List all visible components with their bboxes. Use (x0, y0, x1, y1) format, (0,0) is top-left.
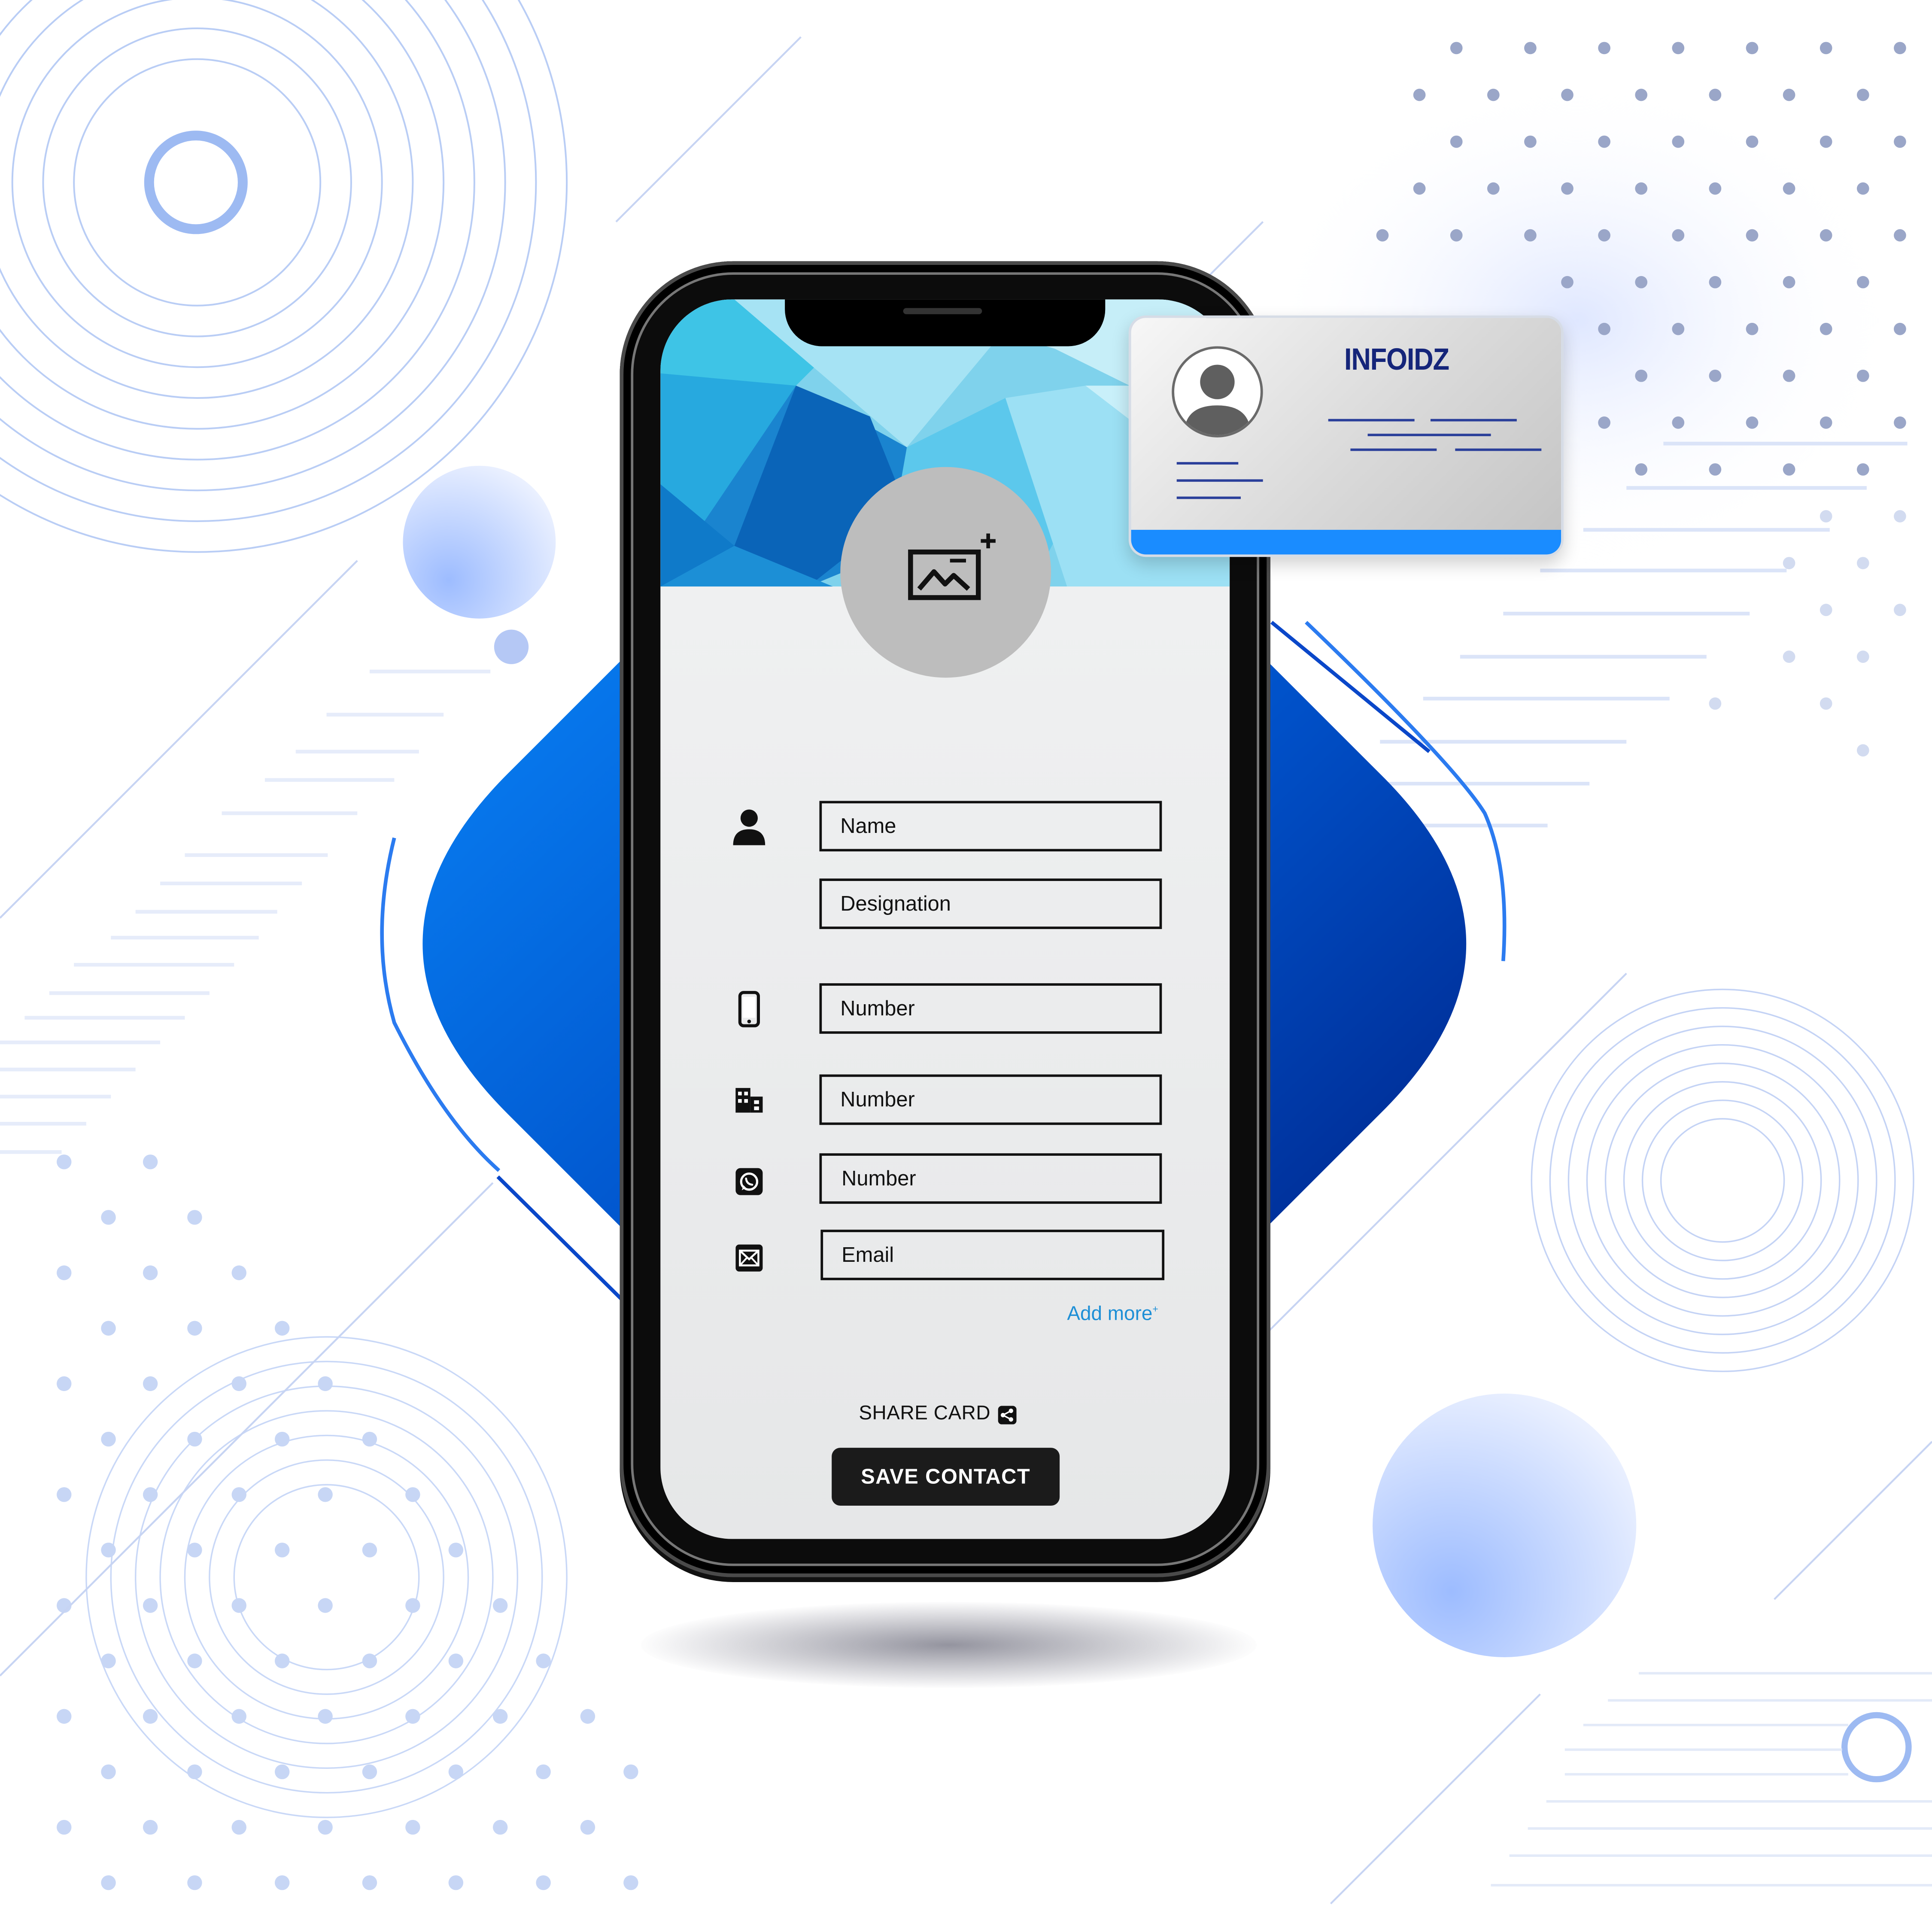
mobile-phone-icon (738, 991, 760, 1027)
card-line (1367, 434, 1491, 436)
whatsapp-number-input[interactable] (819, 1153, 1162, 1204)
card-line (1430, 419, 1517, 422)
card-line (1350, 448, 1437, 451)
card-line (1176, 462, 1239, 465)
add-image-icon (908, 533, 996, 600)
phone-notch (785, 299, 1106, 346)
add-more-label: Add more (1067, 1304, 1153, 1325)
phone-shadow (641, 1601, 1257, 1688)
email-input[interactable] (820, 1230, 1165, 1280)
mobile-number-input[interactable] (819, 983, 1162, 1034)
save-contact-button[interactable]: SAVE CONTACT (832, 1448, 1060, 1506)
share-card-button[interactable]: SHARE CARD (859, 1403, 1017, 1426)
card-line (1176, 496, 1241, 499)
name-input[interactable] (819, 801, 1162, 852)
card-brand: INFOIDZ (1344, 342, 1449, 377)
phone-speaker (903, 308, 982, 314)
whatsapp-icon (735, 1168, 763, 1195)
stage: Add more+ SHARE CARD SAVE CONTACT INFOID… (0, 0, 1932, 1932)
share-icon (998, 1405, 1017, 1424)
card-line (1176, 479, 1263, 482)
person-icon (733, 809, 766, 845)
card-accent-strip (1131, 530, 1561, 555)
designation-input[interactable] (819, 878, 1162, 929)
user-silhouette-icon (1184, 365, 1251, 435)
building-icon (735, 1088, 763, 1113)
business-card: INFOIDZ (1128, 315, 1564, 557)
profile-photo-upload[interactable] (840, 467, 1051, 678)
card-avatar (1172, 346, 1263, 437)
card-line (1455, 448, 1542, 451)
office-number-input[interactable] (819, 1074, 1162, 1125)
envelope-icon (735, 1244, 763, 1272)
card-line (1328, 419, 1415, 422)
add-more-plus: + (1152, 1303, 1158, 1315)
add-more-link[interactable]: Add more+ (1067, 1303, 1158, 1326)
share-card-label: SHARE CARD (859, 1403, 991, 1425)
